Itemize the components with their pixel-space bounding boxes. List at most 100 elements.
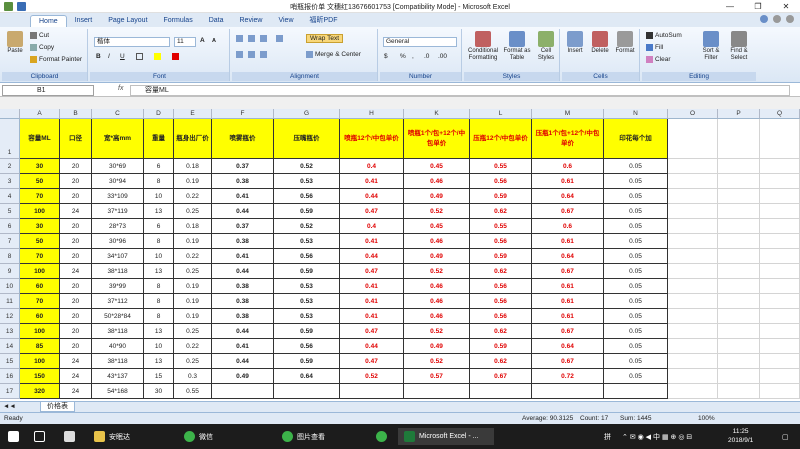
task-view-button[interactable] (34, 428, 49, 445)
header-cell[interactable]: 喷雾瓶价 (212, 119, 274, 159)
data-cell[interactable]: 0.62 (470, 264, 532, 279)
data-cell[interactable]: 0.49 (404, 189, 470, 204)
data-cell[interactable]: 0.67 (532, 204, 604, 219)
align-left-button[interactable] (236, 51, 245, 58)
data-cell[interactable]: 0.56 (470, 294, 532, 309)
data-cell[interactable]: 0.19 (174, 294, 212, 309)
data-cell[interactable] (532, 384, 604, 399)
data-cell[interactable]: 0.61 (532, 294, 604, 309)
data-cell[interactable]: 0.05 (604, 204, 668, 219)
empty-cell[interactable] (718, 249, 760, 264)
font-color-button[interactable] (172, 53, 181, 60)
row-header-8[interactable]: 8 (0, 249, 20, 264)
empty-cell[interactable] (668, 189, 718, 204)
data-cell[interactable]: 37*119 (92, 204, 144, 219)
data-cell[interactable]: 0.05 (604, 294, 668, 309)
ime-indicator[interactable]: 拼 (604, 428, 611, 445)
data-cell[interactable]: 0.37 (212, 159, 274, 174)
empty-cell[interactable] (668, 159, 718, 174)
data-cell[interactable]: 50 (20, 174, 60, 189)
empty-cell[interactable] (668, 339, 718, 354)
empty-cell[interactable] (760, 384, 800, 399)
row-header-1[interactable]: 1 (0, 119, 20, 159)
data-cell[interactable]: 0.05 (604, 234, 668, 249)
clock[interactable]: 11:25 2018/9/1 (728, 427, 753, 446)
data-cell[interactable]: 0.52 (404, 264, 470, 279)
empty-cell[interactable] (668, 354, 718, 369)
data-cell[interactable]: 0.67 (532, 324, 604, 339)
empty-cell[interactable] (668, 234, 718, 249)
shrink-font-button[interactable]: A (212, 38, 216, 44)
data-cell[interactable]: 0.19 (174, 234, 212, 249)
data-cell[interactable]: 0.49 (404, 339, 470, 354)
data-cell[interactable]: 20 (60, 279, 92, 294)
data-cell[interactable]: 20 (60, 219, 92, 234)
empty-cell[interactable] (718, 309, 760, 324)
fill-color-button[interactable] (154, 53, 163, 60)
help-icon[interactable] (760, 15, 768, 23)
align-middle-button[interactable] (248, 35, 257, 42)
data-cell[interactable]: 40*90 (92, 339, 144, 354)
data-cell[interactable]: 0.05 (604, 219, 668, 234)
column-header-p[interactable]: P (718, 109, 760, 119)
grow-font-button[interactable]: A (200, 37, 205, 44)
empty-cell[interactable] (668, 294, 718, 309)
empty-cell[interactable] (718, 294, 760, 309)
data-cell[interactable]: 70 (20, 249, 60, 264)
notification-icon[interactable]: ▢ (782, 428, 789, 445)
data-cell[interactable]: 0.52 (274, 159, 340, 174)
header-cell[interactable]: 喷瓶12个/中包单价 (340, 119, 404, 159)
taskbar-item-app[interactable] (376, 428, 391, 445)
data-cell[interactable]: 0.05 (604, 249, 668, 264)
empty-cell[interactable] (760, 204, 800, 219)
empty-cell[interactable] (718, 219, 760, 234)
data-cell[interactable]: 0.22 (174, 339, 212, 354)
data-cell[interactable]: 0.41 (340, 294, 404, 309)
data-cell[interactable]: 0.47 (340, 354, 404, 369)
data-cell[interactable]: 0.67 (532, 264, 604, 279)
data-cell[interactable]: 70 (20, 189, 60, 204)
data-cell[interactable]: 13 (144, 204, 174, 219)
tab-formulas[interactable]: Formulas (156, 15, 201, 27)
data-cell[interactable]: 10 (144, 189, 174, 204)
data-cell[interactable]: 0.52 (404, 354, 470, 369)
worksheet-grid[interactable]: A B C D E F G H K L M N O P Q 1 容量ML 口径 宽*高mm 重量 瓶身出厂价 喷雾瓶价 压嘴… (0, 109, 800, 401)
empty-cell[interactable] (718, 369, 760, 384)
sheet-nav-first-icon[interactable]: ◄◄ (3, 403, 16, 410)
data-cell[interactable]: 24 (60, 354, 92, 369)
empty-cell[interactable] (760, 339, 800, 354)
decrease-decimal-button[interactable]: .00 (438, 53, 447, 60)
data-cell[interactable]: 0.67 (532, 354, 604, 369)
format-painter-button[interactable]: Format Painter (30, 56, 82, 63)
data-cell[interactable]: 0.64 (532, 339, 604, 354)
row-header-15[interactable]: 15 (0, 354, 20, 369)
fx-icon[interactable]: fx (118, 85, 123, 92)
data-cell[interactable]: 8 (144, 294, 174, 309)
empty-cell[interactable] (718, 384, 760, 399)
orientation-button[interactable] (276, 35, 285, 42)
empty-cell[interactable] (760, 159, 800, 174)
cut-button[interactable]: Cut (30, 32, 49, 39)
data-cell[interactable]: 0.56 (274, 189, 340, 204)
data-cell[interactable]: 6 (144, 159, 174, 174)
data-cell[interactable]: 150 (20, 369, 60, 384)
empty-cell[interactable] (760, 174, 800, 189)
data-cell[interactable]: 0.05 (604, 369, 668, 384)
insert-cells-button[interactable]: Insert (564, 31, 586, 55)
data-cell[interactable]: 100 (20, 204, 60, 219)
system-tray-icons[interactable]: ⌃ ✉ ◉ ◀ 中 ▦ ⊕ ◎ ⊟ (622, 428, 692, 445)
data-cell[interactable]: 0.41 (212, 339, 274, 354)
data-cell[interactable]: 0.52 (404, 204, 470, 219)
tab-foxit-pdf[interactable]: 福昕PDF (302, 15, 346, 27)
find-select-button[interactable]: Find & Select (726, 31, 752, 62)
clear-button[interactable]: Clear (646, 56, 671, 63)
row-header-3[interactable]: 3 (0, 174, 20, 189)
empty-cell[interactable] (668, 324, 718, 339)
empty-cell[interactable] (760, 309, 800, 324)
tab-review[interactable]: Review (232, 15, 271, 27)
data-cell[interactable]: 20 (60, 324, 92, 339)
fill-button[interactable]: Fill (646, 44, 663, 51)
data-cell[interactable]: 0.64 (274, 369, 340, 384)
empty-cell[interactable] (718, 174, 760, 189)
comma-button[interactable]: , (412, 53, 414, 60)
